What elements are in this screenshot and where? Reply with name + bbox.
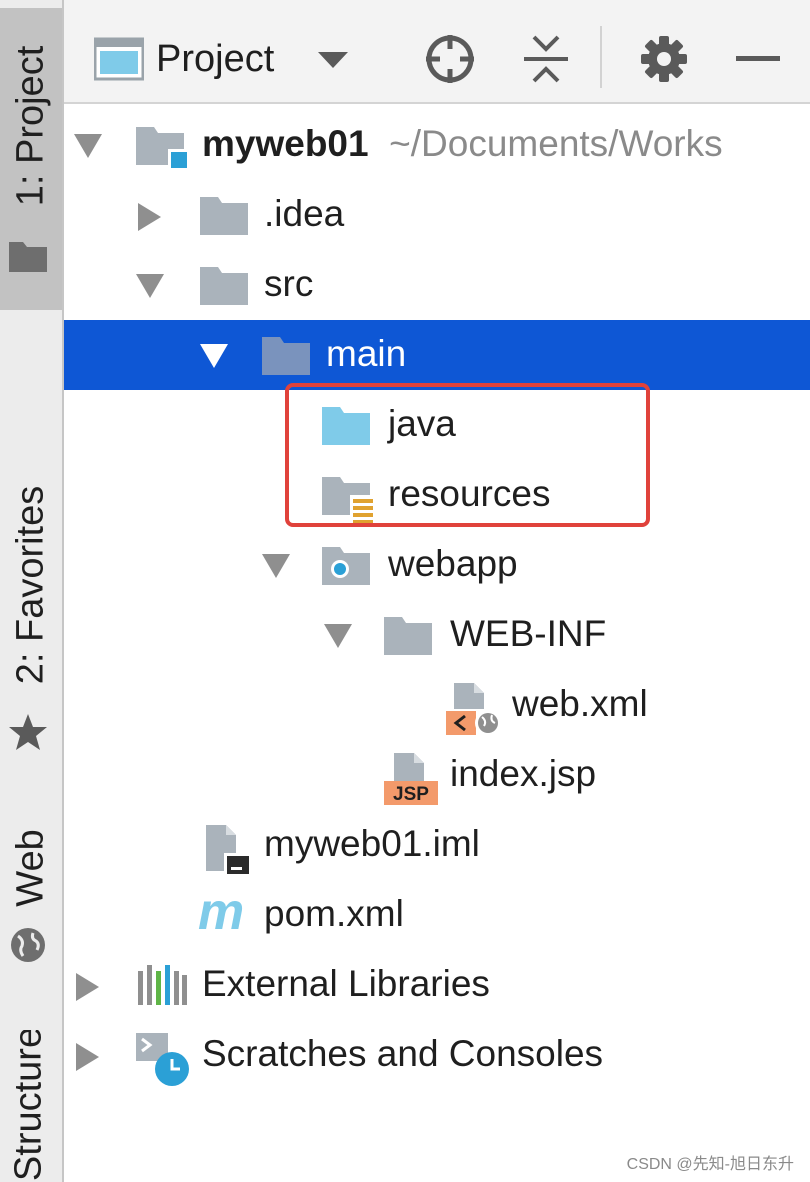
tree-item-scratches[interactable]: Scratches and Consoles xyxy=(64,1020,810,1090)
side-tab-web-label: Web xyxy=(9,829,52,907)
tree-label-src: src xyxy=(264,263,314,304)
tree-label-webinf: WEB-INF xyxy=(450,613,607,654)
libraries-icon xyxy=(138,965,187,1005)
tree-item-webxml[interactable]: web.xml xyxy=(64,670,810,740)
module-folder-icon xyxy=(136,127,188,169)
side-tab-structure-label: Structure xyxy=(7,1030,50,1182)
scratches-icon xyxy=(136,1033,189,1086)
project-view-icon[interactable] xyxy=(94,30,146,88)
side-tab-web[interactable]: Web xyxy=(0,820,62,970)
tree-item-idea[interactable]: .idea xyxy=(64,180,810,250)
project-toolbar: Project xyxy=(64,0,810,104)
tree-item-root[interactable]: myweb01 ~/Documents/Works xyxy=(64,110,810,180)
side-tab-favorites-label: 2: Favorites xyxy=(9,485,52,685)
watermark: CSDN @先知-旭日东升 xyxy=(626,1156,794,1173)
project-view-selector[interactable]: Project xyxy=(156,30,274,88)
side-tab-project[interactable]: 1: Project xyxy=(0,8,62,310)
tree-label-pom: pom.xml xyxy=(264,893,404,934)
expand-arrow-icon[interactable] xyxy=(322,622,354,650)
gear-icon[interactable] xyxy=(640,30,688,88)
tree-item-src[interactable]: src xyxy=(64,250,810,320)
minimize-icon[interactable] xyxy=(736,30,780,88)
folder-icon xyxy=(200,197,248,235)
root-module-name: myweb01 xyxy=(202,123,369,164)
project-tree[interactable]: myweb01 ~/Documents/Works .idea src main… xyxy=(64,104,810,1182)
chevron-down-icon[interactable] xyxy=(316,30,350,88)
tree-item-webapp[interactable]: webapp xyxy=(64,530,810,600)
tree-label-webapp: webapp xyxy=(388,543,518,584)
xml-file-icon xyxy=(446,683,501,736)
side-tab-project-label: 1: Project xyxy=(9,45,52,207)
star-icon xyxy=(9,714,47,750)
toolbar-divider xyxy=(600,26,602,88)
expand-arrow-icon[interactable] xyxy=(72,132,104,160)
expand-arrow-icon[interactable] xyxy=(134,272,166,300)
folder-icon xyxy=(262,337,310,375)
maven-icon: m xyxy=(198,883,245,941)
folder-icon xyxy=(384,617,432,655)
side-tab-structure[interactable]: Structure xyxy=(0,1030,62,1182)
tree-label-indexjsp: index.jsp xyxy=(450,753,597,794)
jsp-file-icon: JSP xyxy=(384,753,438,805)
tree-label-webxml: web.xml xyxy=(512,683,648,724)
highlight-annotation-box xyxy=(285,383,650,527)
jsp-badge-text: JSP xyxy=(393,784,429,805)
tree-item-pom[interactable]: m pom.xml xyxy=(64,880,810,950)
tree-item-main[interactable]: main xyxy=(64,320,810,390)
collapsed-arrow-icon[interactable] xyxy=(74,1042,100,1072)
tree-label-idea: .idea xyxy=(264,193,345,234)
root-module-path: ~/Documents/Works xyxy=(389,123,723,164)
tree-label-external-libraries: External Libraries xyxy=(202,963,490,1004)
window-icon xyxy=(94,37,144,81)
tree-item-external-libraries[interactable]: External Libraries xyxy=(64,950,810,1020)
expand-arrow-icon[interactable] xyxy=(198,342,230,370)
side-tab-favorites[interactable]: 2: Favorites xyxy=(0,470,62,770)
tree-label-scratches: Scratches and Consoles xyxy=(202,1033,604,1074)
tree-item-iml[interactable]: myweb01.iml xyxy=(64,810,810,880)
iml-file-icon xyxy=(206,825,252,877)
tree-label-iml: myweb01.iml xyxy=(264,823,480,864)
folder-icon xyxy=(9,242,47,272)
locate-target-icon[interactable] xyxy=(424,30,476,88)
tree-item-indexjsp[interactable]: JSP index.jsp xyxy=(64,740,810,810)
tree-item-webinf[interactable]: WEB-INF xyxy=(64,600,810,670)
globe-icon xyxy=(11,928,45,962)
collapsed-arrow-icon[interactable] xyxy=(136,202,162,232)
tree-label-main: main xyxy=(326,333,407,374)
tool-window-strip: 1: Project 2: Favorites Web Structure xyxy=(0,0,64,1182)
collapsed-arrow-icon[interactable] xyxy=(74,972,100,1002)
web-folder-icon xyxy=(322,547,370,585)
folder-icon xyxy=(200,267,248,305)
expand-arrow-icon[interactable] xyxy=(260,552,292,580)
collapse-all-icon[interactable] xyxy=(522,30,570,88)
